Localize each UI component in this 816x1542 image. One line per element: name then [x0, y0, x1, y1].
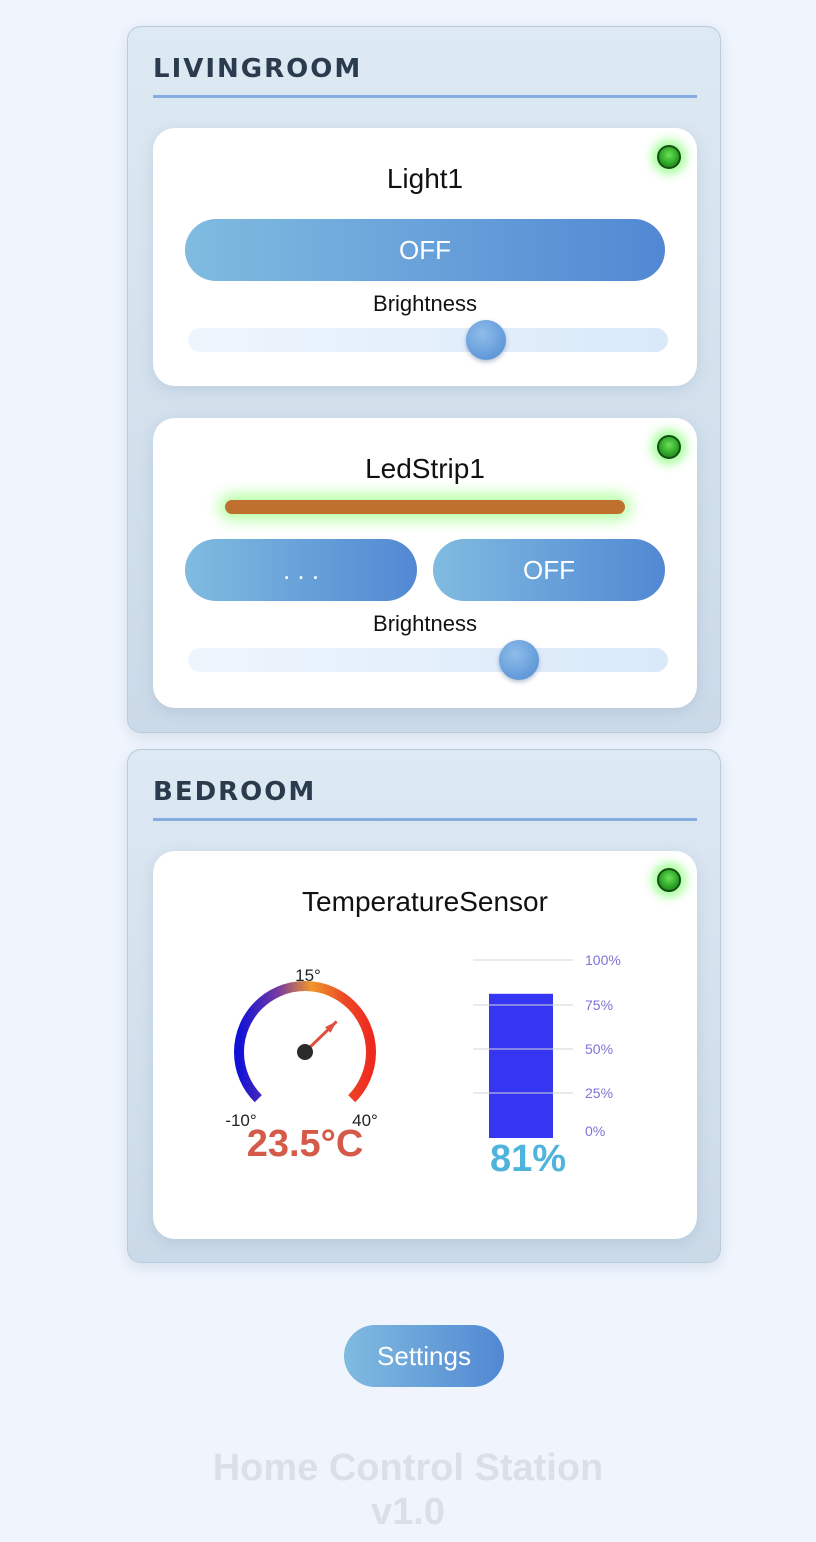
slider-thumb[interactable]: [499, 640, 540, 680]
humidity-tick-label: 100%: [585, 952, 621, 968]
footer-version: v1.0: [371, 1491, 445, 1533]
gauge-mid-label: 15°: [295, 966, 321, 985]
humidity-tick-label: 0%: [585, 1123, 605, 1139]
toggle-button[interactable]: OFF: [185, 219, 665, 281]
temperature-gauge: -10° 15° 40°: [225, 966, 378, 1130]
device-name: LedStrip1: [365, 453, 485, 484]
humidity-bar-chart: 100% 75% 50% 25% 0%: [473, 952, 621, 1139]
humidity-tick-label: 50%: [585, 1041, 613, 1057]
toggle-button[interactable]: OFF: [433, 539, 665, 601]
device-card-light1: Light1 OFF Brightness: [153, 128, 697, 386]
settings-button[interactable]: Settings: [344, 1325, 504, 1387]
room-livingroom: LIVINGROOM Light1 OFF Brightness LedStri…: [127, 26, 721, 733]
device-card-temperature-sensor: TemperatureSensor -10° 15° 40° 23.5°C 10…: [153, 851, 697, 1239]
humidity-bar: [489, 993, 553, 1138]
brightness-slider[interactable]: [188, 640, 668, 680]
temperature-value: 23.5°C: [246, 1123, 364, 1165]
color-picker-button[interactable]: . . .: [185, 539, 417, 601]
humidity-tick-label: 25%: [585, 1085, 613, 1101]
device-name: TemperatureSensor: [302, 886, 548, 917]
footer-title: Home Control Station: [212, 1447, 604, 1489]
room-bedroom: BEDROOM TemperatureSensor -10° 15° 40° 2…: [127, 749, 721, 1263]
device-card-ledstrip1: LedStrip1 . . . OFF Brightness: [153, 418, 697, 708]
humidity-value: 81%: [489, 1138, 567, 1180]
device-name: Light1: [386, 163, 464, 194]
gauge-hub: [297, 1044, 313, 1060]
humidity-tick-label: 75%: [585, 997, 613, 1013]
brightness-slider[interactable]: [188, 320, 668, 360]
slider-thumb[interactable]: [465, 320, 506, 360]
gauge-arc: [234, 981, 376, 1103]
room-title: BEDROOM: [153, 776, 697, 821]
room-title: LIVINGROOM: [153, 53, 697, 98]
brightness-label: Brightness: [373, 611, 477, 636]
led-strip-color-preview: [225, 500, 625, 514]
brightness-label: Brightness: [373, 291, 477, 316]
